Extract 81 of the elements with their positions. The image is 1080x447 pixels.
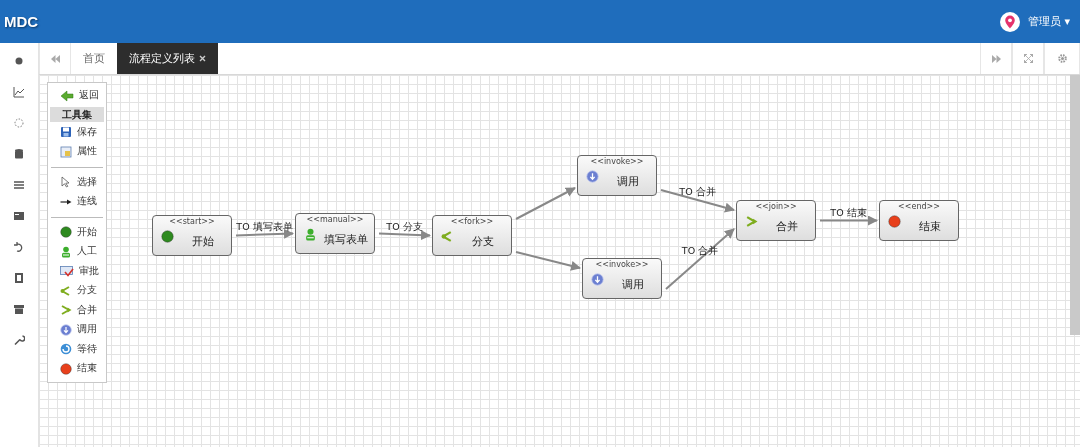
invoke-icon	[586, 170, 599, 183]
undo-icon	[13, 241, 25, 253]
palette-title: 工具集	[50, 106, 104, 122]
node-stereotype: <<join>>	[754, 202, 798, 211]
archive-icon	[13, 303, 25, 315]
node-label: 调用	[621, 278, 645, 292]
connector-arrow	[665, 228, 735, 290]
fork-icon	[60, 284, 72, 297]
node-stereotype: <<invoke>>	[594, 260, 650, 269]
expand-icon	[1023, 54, 1033, 63]
node-label: 填写表单	[323, 233, 369, 247]
palette-tool[interactable]: 合并	[48, 300, 106, 320]
node-stereotype: <<start>>	[168, 217, 216, 226]
palette-tool[interactable]: 保存	[48, 122, 106, 142]
palette-tool[interactable]: 结束	[48, 359, 106, 379]
double-right-icon	[991, 54, 1001, 63]
palette-tool[interactable]: 连线	[48, 192, 106, 212]
start-dot-icon	[161, 230, 174, 243]
node-label: 结束	[918, 220, 942, 234]
film-icon	[13, 272, 25, 284]
palette-tool[interactable]: 分支	[48, 281, 106, 301]
palette-tool[interactable]: 选择	[48, 172, 106, 192]
person-icon	[304, 228, 317, 241]
node-label: 分支	[471, 235, 495, 249]
join-icon	[60, 304, 72, 317]
process-node[interactable]: <<fork>> 分支	[432, 215, 512, 256]
node-stereotype: <<end>>	[897, 202, 941, 211]
connector-label: TO 分支	[386, 220, 423, 232]
card-icon	[13, 210, 25, 222]
palette-tool[interactable]: 返回	[48, 86, 106, 106]
approval-icon	[60, 265, 74, 278]
list-icon	[13, 179, 25, 191]
fork-icon	[441, 230, 454, 243]
tab[interactable]: 流程定义列表	[117, 43, 218, 74]
connector-arrow	[378, 230, 431, 241]
process-node[interactable]: <<manual>> 填写表单	[295, 213, 375, 254]
user-menu[interactable]: 管理员 ▾	[999, 11, 1070, 32]
invoke-icon	[591, 273, 604, 286]
double-left-icon	[50, 54, 60, 63]
palette-tool[interactable]: 等待	[48, 339, 106, 359]
end-dot-icon	[60, 362, 72, 375]
wait-icon	[60, 343, 72, 356]
process-node[interactable]: <<start>> 开始	[152, 215, 232, 256]
back-arrow-icon	[60, 89, 74, 102]
connector-label: TO 合并	[681, 245, 719, 256]
person-icon	[60, 245, 72, 258]
palette-tool[interactable]: 调用	[48, 320, 106, 340]
properties-icon	[60, 145, 72, 158]
logo: MDC	[4, 13, 39, 30]
connector-arrow	[515, 187, 576, 220]
process-node[interactable]: <<invoke>> 调用	[577, 155, 657, 196]
node-stereotype: <<invoke>>	[589, 157, 645, 166]
palette-tool[interactable]: 属性	[48, 142, 106, 162]
dot-icon	[13, 55, 25, 67]
start-dot-icon	[60, 226, 72, 239]
connector-label: TO 结束	[830, 206, 867, 218]
node-stereotype: <<manual>>	[305, 215, 365, 224]
close-icon[interactable]	[199, 55, 206, 62]
invoke-icon	[60, 323, 72, 336]
connector-label: TO 合并	[679, 186, 716, 197]
palette-tool[interactable]: 开始	[48, 222, 106, 242]
scrollbar[interactable]	[1070, 75, 1080, 335]
end-dot-icon	[888, 215, 901, 228]
settings-icon	[1057, 54, 1067, 63]
spinner-icon	[13, 117, 25, 129]
line-chart-icon	[13, 86, 25, 98]
node-label: 合并	[775, 220, 799, 234]
avatar-icon	[999, 11, 1020, 32]
connector-label: TO 填写表单	[236, 220, 293, 232]
node-label: 调用	[616, 175, 640, 189]
database-icon	[13, 148, 25, 160]
node-stereotype: <<fork>>	[449, 217, 495, 226]
node-label: 开始	[191, 235, 215, 249]
pointer-icon	[60, 176, 72, 189]
process-node[interactable]: <<invoke>> 调用	[582, 258, 662, 299]
process-node[interactable]: <<end>> 结束	[879, 200, 959, 241]
palette-tool[interactable]: 审批	[48, 261, 106, 281]
join-icon	[745, 215, 758, 228]
process-node[interactable]: <<join>> 合并	[736, 200, 816, 241]
palette-tool[interactable]: 人工	[48, 242, 106, 262]
connector-arrow	[515, 251, 581, 271]
